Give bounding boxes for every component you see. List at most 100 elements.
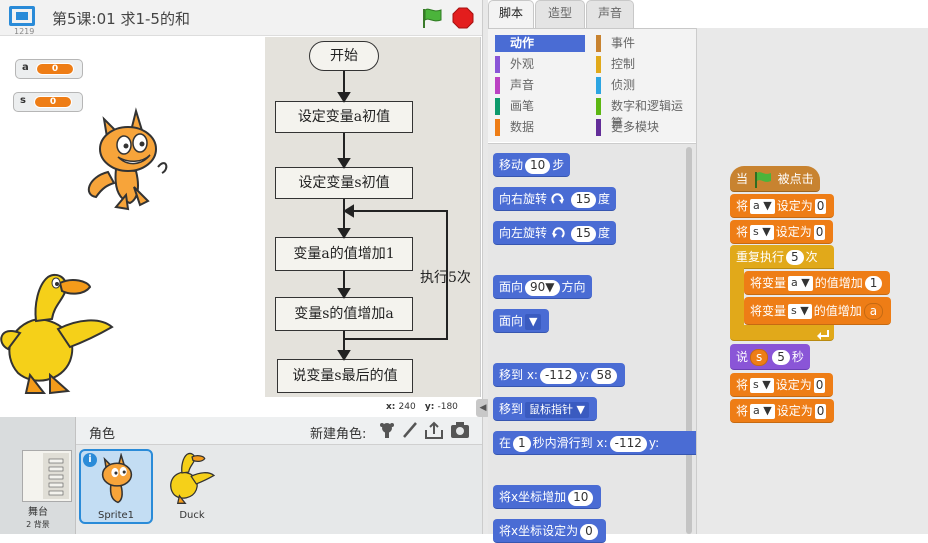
monitor-name: s <box>20 95 26 106</box>
block-text: 设定为 <box>775 378 812 392</box>
tab-scripts[interactable]: 脚本 <box>488 0 534 29</box>
sprite-name: Sprite1 <box>97 510 135 521</box>
block-text: 方向 <box>561 280 586 294</box>
sprite-header <box>76 417 482 445</box>
steps-input[interactable]: 10 <box>525 157 551 174</box>
go-to-xy-block[interactable]: 移到 x: -112 y: 58 <box>493 363 625 387</box>
x-change-input[interactable]: 10 <box>568 489 594 506</box>
stage[interactable]: a 0 s 0 开始 设定变量a初值 设定变量s初值 变量a的值增加1 变量s的… <box>0 37 481 397</box>
block-text: 设定为 <box>776 404 813 418</box>
set-variable-block[interactable]: 将a ▼ 设定为 0 <box>730 194 835 218</box>
variable-reporter[interactable]: s <box>750 349 769 366</box>
degrees-input[interactable]: 15 <box>570 191 596 208</box>
block-text: 面向 <box>499 314 524 328</box>
rotate-counterclockwise-icon <box>551 226 565 238</box>
variable-dropdown[interactable]: a ▼ <box>788 276 813 291</box>
change-variable-block[interactable]: 将变量 a ▼ 的值增加 1 <box>744 271 891 295</box>
duck-sprite[interactable] <box>0 269 115 397</box>
seconds-input[interactable]: 1 <box>513 435 531 452</box>
version-label: 1219 <box>14 27 35 36</box>
variable-dropdown[interactable]: s ▼ <box>788 304 812 319</box>
point-in-direction-block[interactable]: 面向 90▼ 方向 <box>493 275 592 299</box>
x-value-input[interactable]: 0 <box>580 523 598 540</box>
change-by-input[interactable]: 1 <box>864 276 883 291</box>
backdrop-count: 2 背景 <box>26 520 50 529</box>
block-text: 当 <box>736 172 749 186</box>
repeat-count-input[interactable]: 5 <box>786 250 804 265</box>
block-text: 将 <box>736 404 749 418</box>
category-events[interactable]: 事件 <box>596 35 694 52</box>
variable-monitor-a[interactable]: a 0 <box>15 59 83 79</box>
stop-icon[interactable] <box>452 7 474 29</box>
value-input[interactable]: 0 <box>813 378 826 393</box>
new-sprite-label: 新建角色: <box>310 427 367 442</box>
set-variable-block[interactable]: 将s ▼ 设定为 0 <box>730 373 834 397</box>
variable-monitor-s[interactable]: s 0 <box>13 92 83 112</box>
x-input[interactable]: -112 <box>609 435 647 452</box>
turn-right-block[interactable]: 向右旋转 15 度 <box>493 187 616 211</box>
variable-dropdown[interactable]: s ▼ <box>750 225 774 240</box>
stage-name: 舞台 <box>28 507 48 518</box>
when-flag-clicked-block[interactable]: 当 被点击 <box>730 166 820 192</box>
block-text: 设定为 <box>775 225 812 239</box>
fullscreen-icon[interactable] <box>9 6 35 26</box>
set-x-block[interactable]: 将x坐标设定为 0 <box>493 519 606 543</box>
category-looks[interactable]: 外观 <box>495 56 585 73</box>
move-steps-block[interactable]: 移动 10 步 <box>493 153 571 177</box>
go-to-target-block[interactable]: 移到 鼠标指针 ▼ <box>493 397 597 421</box>
stage-thumbnail[interactable] <box>22 450 72 502</box>
turn-left-block[interactable]: 向左旋转 15 度 <box>493 221 616 245</box>
monitor-name: a <box>22 62 29 73</box>
point-towards-block[interactable]: 面向 ▼ <box>493 309 550 333</box>
degrees-input[interactable]: 15 <box>570 225 596 242</box>
category-motion[interactable]: 动作 <box>495 35 585 52</box>
category-more-blocks[interactable]: 更多模块 <box>596 119 694 136</box>
change-x-block[interactable]: 将x坐标增加 10 <box>493 485 602 509</box>
loop-arrow-icon <box>817 330 829 340</box>
block-text: 说 <box>736 350 749 364</box>
project-title[interactable]: 第5课:01 求1-5的和 <box>52 8 190 29</box>
direction-input[interactable]: 90▼ <box>525 279 560 296</box>
block-text: 度 <box>597 192 610 206</box>
seconds-input[interactable]: 5 <box>772 350 790 365</box>
camera-icon[interactable] <box>450 421 470 439</box>
choose-sprite-library-icon[interactable] <box>378 421 396 439</box>
block-text: 移动 <box>499 158 524 172</box>
category-operators[interactable]: 数字和逻辑运算 <box>596 98 694 130</box>
variable-reporter[interactable]: a <box>863 303 884 320</box>
rotate-clockwise-icon <box>551 192 564 204</box>
set-variable-block[interactable]: 将s ▼ 设定为 0 <box>730 220 834 244</box>
block-text: 重复执行 <box>736 250 785 264</box>
value-input[interactable]: 0 <box>814 404 827 419</box>
green-flag-icon[interactable] <box>420 7 444 29</box>
say-for-secs-block[interactable]: 说s5秒 <box>730 344 810 370</box>
block-text: y: <box>579 368 590 382</box>
monitor-value: 0 <box>34 96 72 108</box>
x-input[interactable]: -112 <box>539 367 578 384</box>
category-control[interactable]: 控制 <box>596 56 694 73</box>
target-dropdown[interactable]: 鼠标指针 ▼ <box>525 401 589 418</box>
variable-dropdown[interactable]: a ▼ <box>750 404 775 419</box>
tab-sounds[interactable]: 声音 <box>586 0 634 28</box>
variable-dropdown[interactable]: a ▼ <box>750 199 775 214</box>
tab-costumes[interactable]: 造型 <box>535 0 585 28</box>
y-input[interactable]: 58 <box>591 367 617 384</box>
glide-block[interactable]: 在 1 秒内滑行到 x: -112 y: <box>493 431 696 455</box>
change-variable-block[interactable]: 将变量 s ▼ 的值增加 a <box>744 297 892 325</box>
block-text: 秒 <box>791 350 804 364</box>
block-text: 的值增加 <box>814 276 863 290</box>
target-dropdown[interactable]: ▼ <box>525 313 542 330</box>
upload-sprite-icon[interactable] <box>424 420 444 440</box>
set-variable-block[interactable]: 将a ▼ 设定为 0 <box>730 399 835 423</box>
paint-sprite-icon[interactable] <box>401 421 419 439</box>
palette-scrollbar[interactable] <box>686 147 692 534</box>
variable-dropdown[interactable]: s ▼ <box>750 378 774 393</box>
category-pen[interactable]: 画笔 <box>495 98 585 115</box>
block-text: 面向 <box>499 280 524 294</box>
category-sensing[interactable]: 侦测 <box>596 77 694 94</box>
cat-sprite[interactable] <box>78 107 178 212</box>
category-sound[interactable]: 声音 <box>495 77 585 94</box>
value-input[interactable]: 0 <box>813 225 826 240</box>
value-input[interactable]: 0 <box>814 199 827 214</box>
category-data[interactable]: 数据 <box>495 119 585 136</box>
